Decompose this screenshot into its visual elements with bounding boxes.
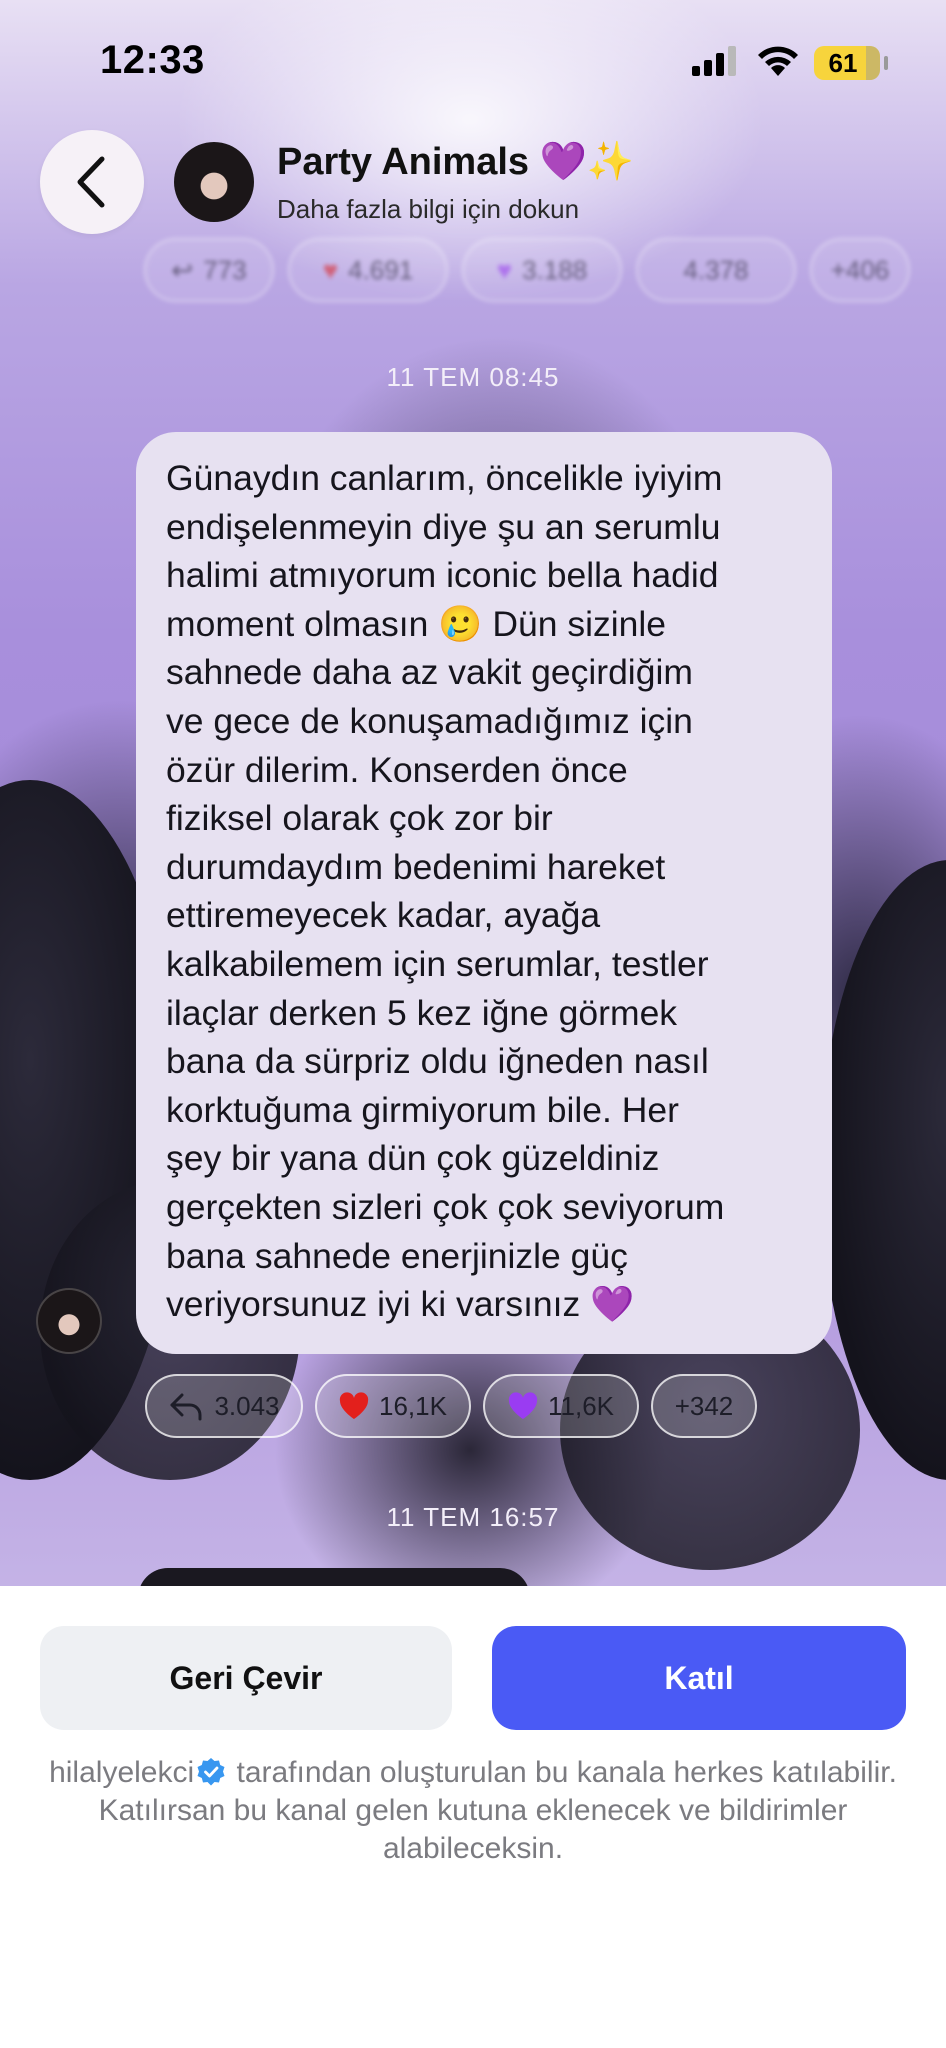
reaction-count: 3.188 xyxy=(522,254,588,285)
reaction-pill-purple-heart[interactable]: 11,6K xyxy=(483,1374,639,1438)
creator-username[interactable]: hilalyelekci xyxy=(49,1756,194,1789)
verified-badge-icon xyxy=(197,1758,225,1786)
join-button[interactable]: Katıl xyxy=(492,1626,906,1730)
reaction-count: +406 xyxy=(830,254,890,285)
reaction-pill-replies-previous[interactable]: ↩ 773 xyxy=(144,238,274,302)
more-reactions-count: +342 xyxy=(674,1390,734,1421)
back-button[interactable] xyxy=(40,130,144,234)
heart-count: 16,1K xyxy=(379,1390,447,1421)
reaction-pill-replies[interactable]: 3.043 xyxy=(145,1374,303,1438)
decline-button[interactable]: Geri Çevir xyxy=(40,1626,452,1730)
reaction-count: 4.691 xyxy=(348,254,414,285)
channel-info-text: hilalyelekci tarafından oluşturulan bu k… xyxy=(30,1754,916,1868)
reaction-pill-heart[interactable]: 16,1K xyxy=(315,1374,471,1438)
signal-icon xyxy=(690,46,738,76)
reply-count: 3.043 xyxy=(214,1390,280,1421)
message-timestamp: 11 TEM 08:45 xyxy=(386,362,560,392)
purple-heart-count: 11,6K xyxy=(547,1390,614,1421)
reaction-count: 773 xyxy=(203,254,247,285)
channel-avatar[interactable] xyxy=(174,142,254,222)
reaction-count: 4.378 xyxy=(683,254,749,285)
join-channel-sheet: Geri Çevir Katıl hilalyelekci tarafından… xyxy=(0,1586,946,2048)
channel-subtitle[interactable]: Daha fazla bilgi için dokun xyxy=(277,194,579,225)
battery-empty-segment xyxy=(866,46,880,80)
battery-icon: 61 xyxy=(814,46,888,80)
reaction-pill-purple-heart-previous[interactable]: ♥ 3.188 xyxy=(462,238,622,302)
reaction-pill-other-previous[interactable]: 4.378 xyxy=(636,238,796,302)
wifi-icon xyxy=(756,44,800,78)
channel-title-text: Party Animals xyxy=(277,141,530,183)
heart-icon: ♥ xyxy=(322,254,339,285)
reply-icon: ↩ xyxy=(171,254,194,285)
channel-title[interactable]: Party Animals 💜✨ xyxy=(277,140,634,184)
purple-heart-icon: ♥ xyxy=(496,254,513,285)
message-bubble[interactable]: Günaydın canlarım, öncelikle iyiyim endi… xyxy=(136,432,832,1354)
message-text: Günaydın canlarım, öncelikle iyiyim endi… xyxy=(166,458,725,1325)
back-chevron-icon xyxy=(77,156,105,208)
channel-title-emojis: 💜✨ xyxy=(539,141,635,183)
message-timestamp-next: 11 TEM 16:57 xyxy=(386,1502,560,1532)
heart-icon xyxy=(339,1392,369,1420)
status-time: 12:33 xyxy=(100,38,205,82)
reply-icon xyxy=(170,1393,202,1421)
previous-message-reactions: ↩ 773 ♥ 4.691 ♥ 3.188 4.378 +406 xyxy=(144,238,910,302)
reaction-pill-heart-previous[interactable]: ♥ 4.691 xyxy=(288,238,448,302)
sender-avatar[interactable] xyxy=(36,1288,102,1354)
purple-heart-icon xyxy=(508,1392,538,1420)
message-reactions: 3.043 16,1K 11,6K +342 xyxy=(145,1374,757,1438)
reaction-pill-more-previous[interactable]: +406 xyxy=(810,238,910,302)
reaction-pill-more[interactable]: +342 xyxy=(651,1374,757,1438)
status-bar: 12:33 61 xyxy=(0,0,946,120)
battery-level: 61 xyxy=(828,48,858,78)
